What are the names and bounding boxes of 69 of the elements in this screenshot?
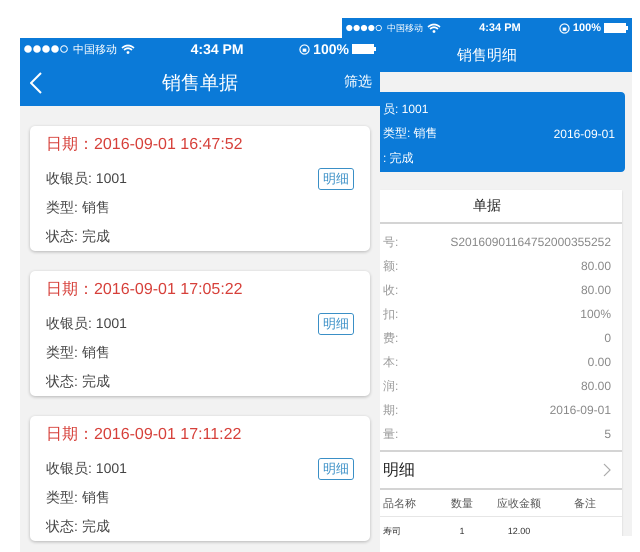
receipt-date: 日期：2016-09-01 16:47:52 [46,135,244,155]
field-value: 100% [580,307,611,321]
filter-button[interactable]: 筛选 [344,73,372,91]
type-text: 类型: 销售 [46,344,110,362]
field-label: 号: [383,234,398,250]
status-time: 4:34 PM [190,41,244,57]
battery-percent: 100% [572,22,601,34]
status-text: : 完成 [383,150,414,166]
wifi-icon [427,23,441,33]
field-value: 5 [604,427,611,441]
receipt-card[interactable]: 日期：2016-09-01 17:05:22 收银员: 1001 明细 类型: 销售 状态: 完成 [30,271,370,396]
status-text: 状态: 完成 [46,228,110,246]
chevron-right-icon [603,463,611,477]
receipt-date: 日期：2016-09-01 17:05:22 [46,280,244,300]
field-label: 量: [383,426,398,442]
detail-button[interactable]: 明细 [318,458,354,480]
field-label: 费: [383,330,398,346]
table-cell-text: 1 [458,526,466,536]
field-value: S20160901164752000355252 [450,235,611,249]
table-cell-text: 12.00 [506,526,532,536]
status-text: 状态: 完成 [46,518,110,536]
type-text: 类型: 销售 [383,125,438,142]
field-value: 0.00 [588,355,611,369]
field-value: 0 [604,331,611,345]
type-text: 类型: 销售 [46,198,110,216]
field-value: 80.00 [580,379,611,393]
status-text: 状态: 完成 [46,372,110,390]
field-label: 扣: [383,306,398,322]
detail-button[interactable]: 明细 [318,168,354,190]
screen-title: 销售明细 [457,46,517,64]
field-label: 润: [383,378,398,394]
summary-date: 2016-09-01 [554,126,615,140]
cashier-text: 收银员: 1001 [46,314,127,332]
receipt-card[interactable]: 日期：2016-09-01 16:47:52 收银员: 1001 明细 类型: 销售 状态: 完成 [30,126,370,251]
carrier-name: 中国移动 [387,22,423,34]
column-header: 品名称 [383,496,417,510]
detail-button[interactable]: 明细 [318,312,354,334]
section-title: 明细 [383,460,415,480]
carrier-name: 中国移动 [73,42,117,56]
receipt-card[interactable]: 日期：2016-09-01 17:11:22 收银员: 1001 明细 类型: 销售 状态: 完成 [30,416,370,541]
receipt-date: 日期：2016-09-01 17:11:22 [46,425,242,445]
field-label: 收: [383,282,398,298]
back-icon [30,72,42,94]
column-header: 备注 [573,496,597,510]
battery-percent: 100% [313,41,349,57]
signal-icon [346,24,382,32]
rotation-lock-icon [299,44,310,54]
rotation-lock-icon [558,22,570,34]
type-text: 类型: 销售 [46,488,110,506]
battery-icon [604,23,628,33]
battery-icon [352,44,376,54]
cashier-text: 收银员: 1001 [46,170,127,188]
screen-title: 销售单据 [162,72,238,96]
field-label: 本: [383,354,398,370]
field-label: 期: [383,402,398,418]
field-value: 80.00 [580,283,611,297]
wifi-icon [121,44,135,54]
column-header: 应收金额 [496,496,542,510]
signal-icon [24,45,68,53]
cashier-text: 员: 1001 [383,100,428,118]
card-title: 单据 [473,197,501,215]
status-time: 4:34 PM [479,22,521,34]
field-label: 额: [383,258,398,274]
table-cell-text: 寿司 [383,524,402,536]
field-value: 2016-09-01 [550,403,611,417]
column-header: 数量 [450,496,474,510]
cashier-text: 收银员: 1001 [46,460,127,478]
field-value: 80.00 [580,259,611,273]
back-button[interactable] [28,70,44,96]
